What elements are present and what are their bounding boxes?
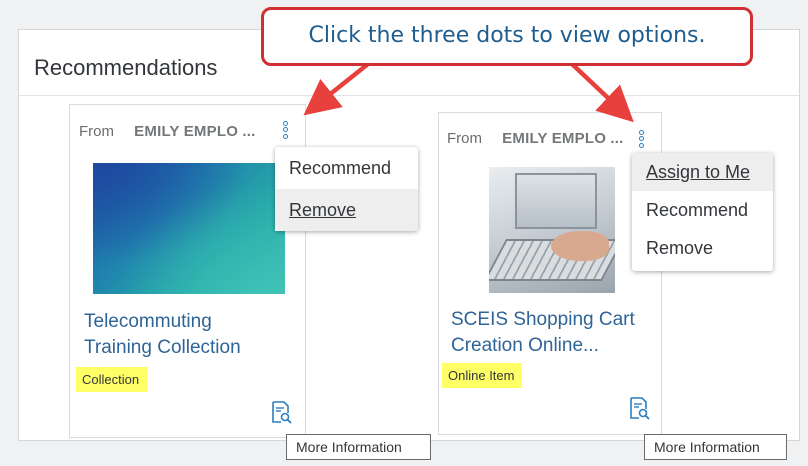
more-information-tooltip: More Information xyxy=(286,434,431,460)
more-information-tooltip: More Information xyxy=(644,434,787,460)
arrow-to-card-1-dots xyxy=(303,62,370,116)
callout-arrows xyxy=(303,62,634,123)
arrow-to-card-2-dots xyxy=(570,62,634,123)
instruction-callout: Click the three dots to view options. xyxy=(261,7,753,66)
